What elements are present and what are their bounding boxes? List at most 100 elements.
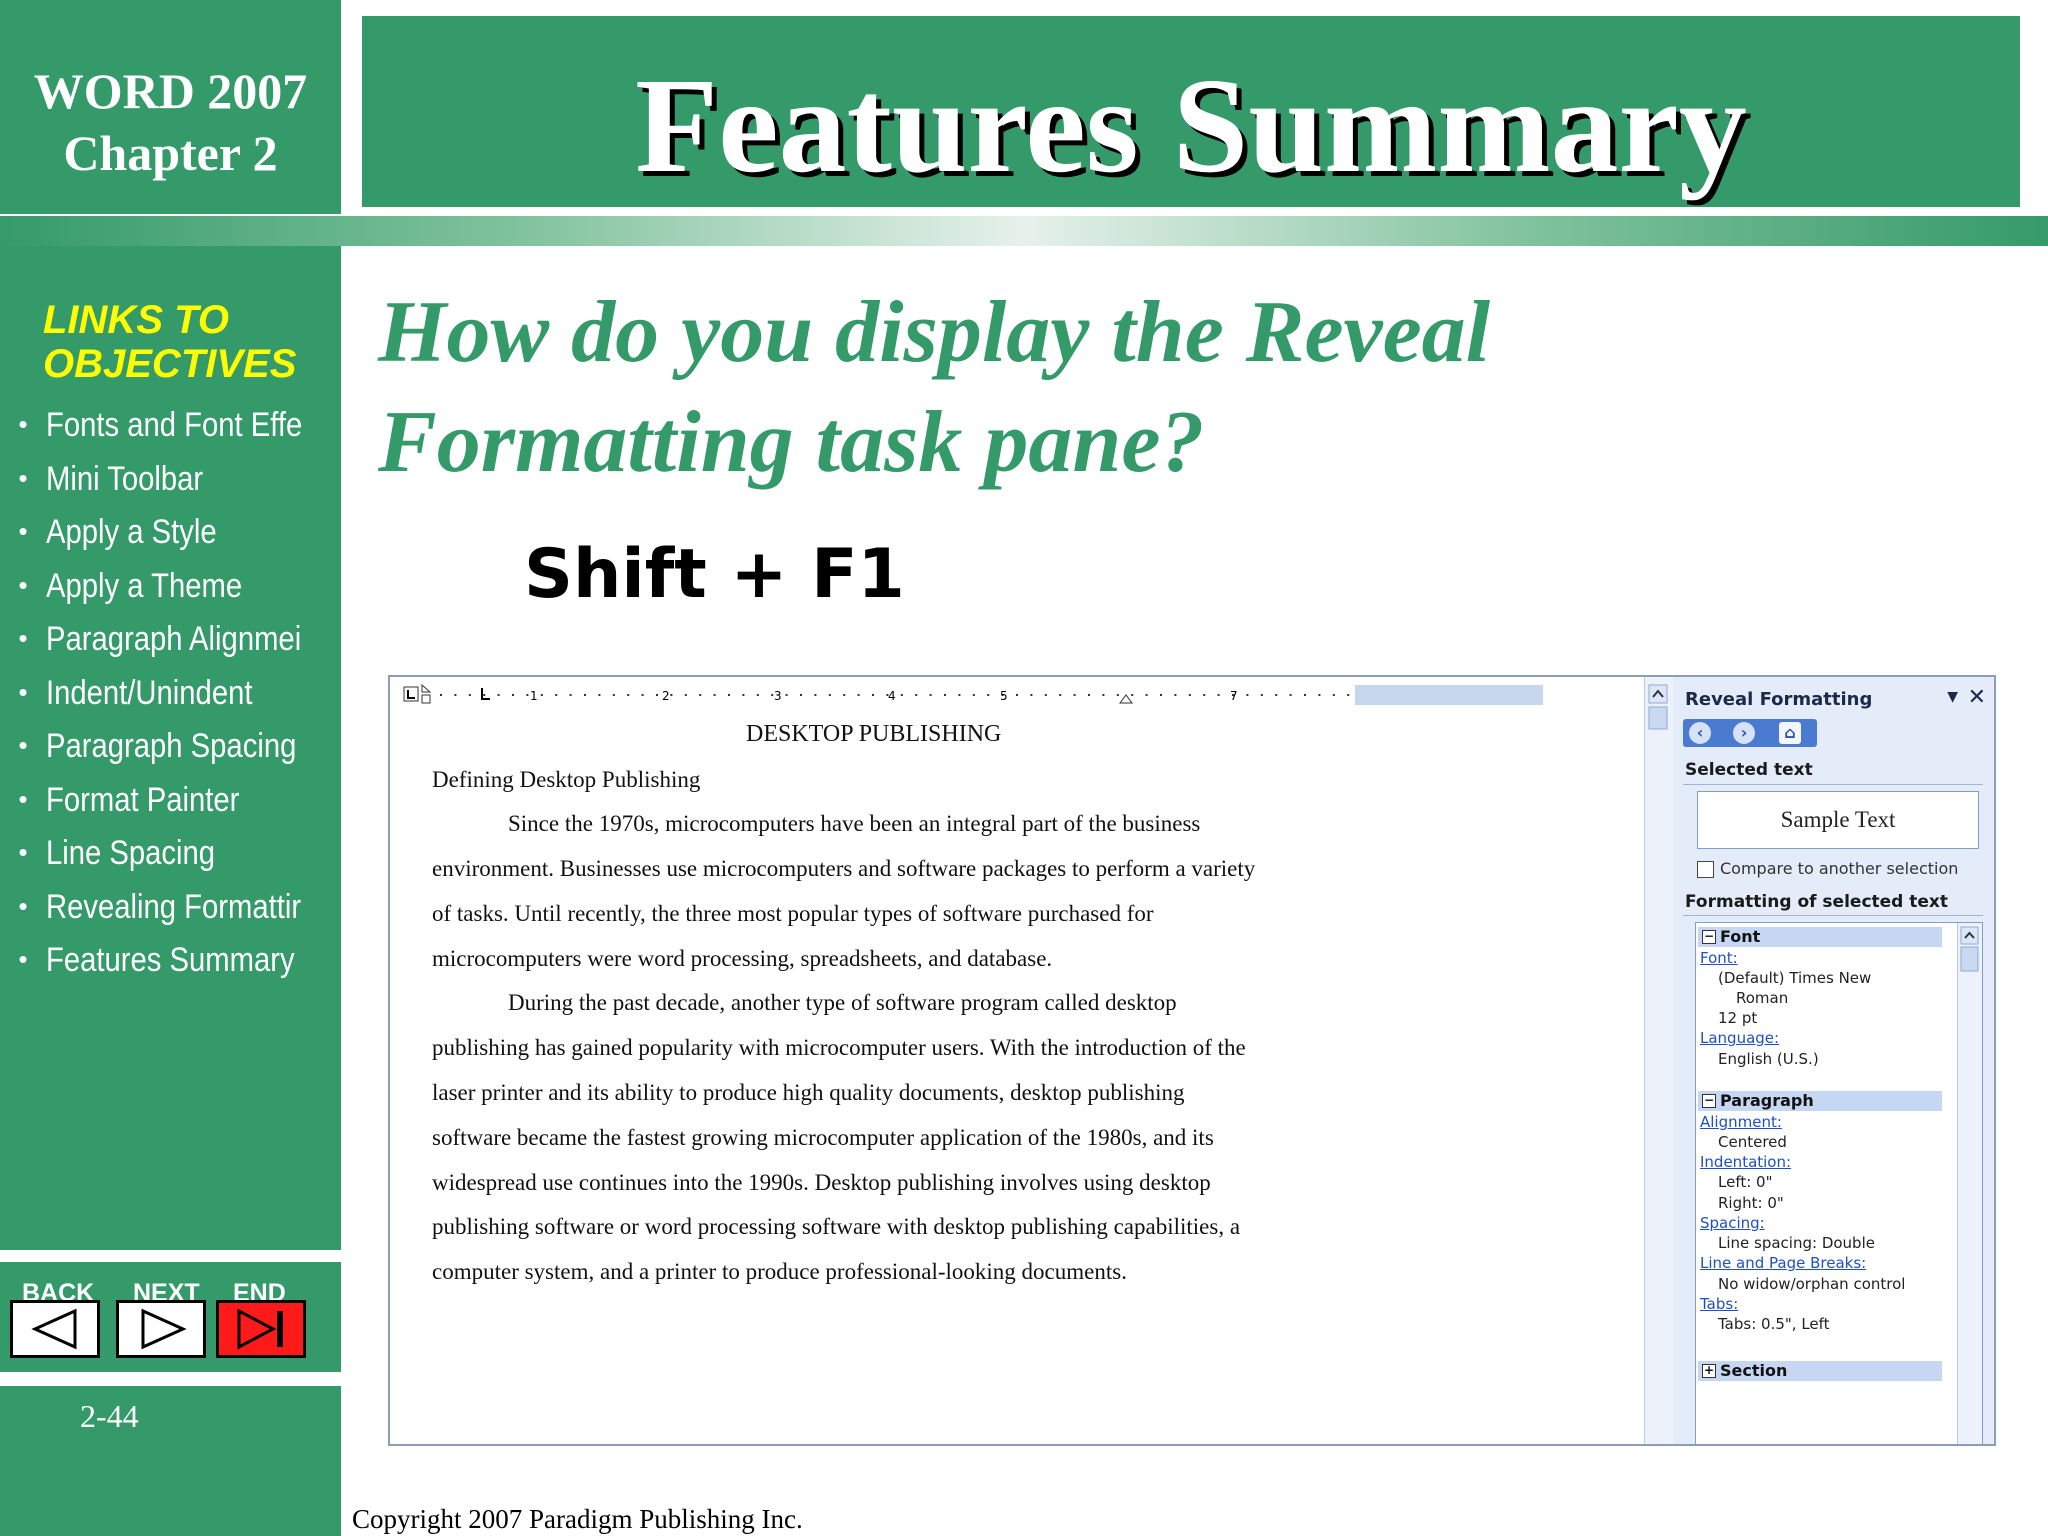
objective-link[interactable]: • Indent/Unindent [0, 674, 341, 728]
breaks-value: No widow/orphan control [1718, 1275, 1906, 1293]
indentation-link[interactable]: Indentation: [1700, 1153, 1791, 1171]
font-group-label: Font [1720, 927, 1761, 946]
objective-link-label[interactable]: Paragraph Alignmei [46, 620, 336, 659]
objective-link-label[interactable]: Mini Toolbar [46, 460, 336, 499]
objective-link[interactable]: • Format Painter [0, 781, 341, 835]
formatting-label: Formatting of selected text [1685, 892, 1949, 912]
spacing-value: Line spacing: Double [1718, 1234, 1875, 1252]
navigation-bar: BACK NEXT END [0, 1262, 341, 1372]
pane-scrollbar[interactable] [1957, 923, 1982, 1444]
objective-link[interactable]: • Apply a Style [0, 513, 341, 567]
doc-line: software became the fastest growing micr… [432, 1125, 1214, 1150]
home-icon[interactable]: ⌂ [1779, 722, 1801, 744]
expand-icon: + [1702, 1363, 1716, 1378]
font-size-value: 12 pt [1718, 1009, 1758, 1027]
tabs-link[interactable]: Tabs: [1700, 1295, 1738, 1313]
page-number: 2-44 [80, 1398, 139, 1434]
objective-link-label[interactable]: Features Summary [46, 941, 336, 980]
next-button[interactable] [116, 1300, 206, 1358]
doc-line: publishing software or word processing s… [432, 1214, 1241, 1239]
doc-line: computer system, and a printer to produc… [432, 1259, 1127, 1284]
objective-link-label[interactable]: Revealing Formattir [46, 888, 336, 927]
pane-title: Reveal Formatting [1685, 689, 1873, 710]
font-value: (Default) Times New [1718, 969, 1872, 987]
objective-link-label[interactable]: Apply a Theme [46, 567, 336, 606]
checkbox-icon[interactable] [1697, 861, 1714, 878]
sample-text-box[interactable]: Sample Text [1697, 791, 1979, 849]
font-value-cont: Roman [1736, 989, 1789, 1007]
objective-link[interactable]: • Mini Toolbar [0, 460, 341, 514]
objective-link[interactable]: • Paragraph Alignmei [0, 620, 341, 674]
reveal-formatting-pane: Reveal Formatting ▼ ✕ ‹ › ⌂ Selected tex… [1673, 677, 1994, 1444]
objective-link-label[interactable]: Paragraph Spacing [46, 727, 336, 766]
document-subheading: Defining Desktop Publishing [432, 767, 701, 792]
spacing-link[interactable]: Spacing: [1700, 1214, 1765, 1232]
end-arrow-icon [237, 1308, 283, 1350]
alignment-link[interactable]: Alignment: [1700, 1113, 1782, 1131]
language-link[interactable]: Language: [1700, 1029, 1779, 1047]
back-button[interactable] [10, 1300, 100, 1358]
course-banner: WORD 2007 Chapter 2 [0, 0, 341, 214]
doc-line: environment. Businesses use microcompute… [432, 856, 1256, 881]
objective-link-label[interactable]: Apply a Style [46, 513, 336, 552]
ruler-number: 4 [888, 689, 896, 703]
word-screenshot: 1 2 3 4 5 7 DESKTOP PUBLISHING Defining … [388, 675, 1996, 1446]
objectives-list: • Fonts and Font Effe • Mini Toolbar • Appl… [0, 406, 341, 995]
objectives-sidebar: LINKS TO OBJECTIVES • Fonts and Font Effe… [0, 246, 341, 1250]
section-group-header[interactable]: + Section [1698, 1361, 1942, 1381]
alignment-value: Centered [1718, 1133, 1787, 1151]
objective-link[interactable]: • Paragraph Spacing [0, 727, 341, 781]
section-group-label: Section [1720, 1361, 1788, 1380]
objective-link[interactable]: • Fonts and Font Effe [0, 406, 341, 460]
indent-left-value: Left: 0" [1718, 1173, 1773, 1191]
objective-link[interactable]: • Apply a Theme [0, 567, 341, 621]
paragraph-group-header[interactable]: − Paragraph [1698, 1091, 1942, 1111]
doc-line: During the past decade, another type of … [508, 990, 1177, 1015]
document-body[interactable]: DESKTOP PUBLISHING Defining Desktop Publ… [390, 705, 1644, 1444]
collapse-icon: − [1702, 1093, 1716, 1108]
links-heading-line2: OBJECTIVES [43, 342, 297, 386]
line-page-breaks-link[interactable]: Line and Page Breaks: [1700, 1254, 1866, 1272]
back-arrow-icon [31, 1308, 77, 1350]
compare-checkbox[interactable]: Compare to another selection [1697, 859, 1958, 878]
objective-link-label[interactable]: Format Painter [46, 781, 336, 820]
paragraph-group-label: Paragraph [1720, 1091, 1814, 1110]
objective-link-label[interactable]: Fonts and Font Effe [46, 406, 336, 445]
language-value: English (U.S.) [1718, 1050, 1819, 1068]
question-heading: How do you display the Reveal Formatting… [378, 278, 1490, 498]
close-icon[interactable]: ✕ [1968, 685, 1986, 710]
question-line1: How do you display the Reveal [378, 284, 1491, 381]
ruler-number: 5 [1000, 689, 1008, 703]
pane-menu-icon[interactable]: ▼ [1947, 689, 1958, 705]
links-heading: LINKS TO OBJECTIVES [43, 298, 296, 386]
doc-line: of tasks. Until recently, the three most… [432, 901, 1154, 926]
scroll-up-icon[interactable] [1645, 677, 1673, 737]
ruler-number: 1 [530, 689, 538, 703]
document-heading: DESKTOP PUBLISHING [746, 721, 1002, 747]
document-scrollbar[interactable] [1644, 677, 1673, 1444]
scroll-up-icon[interactable] [1958, 923, 1982, 983]
objective-link[interactable]: • Line Spacing [0, 834, 341, 888]
copyright-notice: Copyright 2007 Paradigm Publishing Inc. [352, 1504, 803, 1534]
tabs-value: Tabs: 0.5", Left [1718, 1315, 1830, 1333]
objective-link[interactable]: • Features Summary [0, 941, 341, 995]
objective-link[interactable]: • Revealing Formattir [0, 888, 341, 942]
doc-line: publishing has gained popularity with mi… [432, 1035, 1246, 1060]
compare-label: Compare to another selection [1720, 859, 1959, 878]
doc-line: widespread use continues into the 1990s.… [432, 1170, 1211, 1195]
objective-link-label[interactable]: Indent/Unindent [46, 674, 336, 713]
forward-icon[interactable]: › [1733, 722, 1755, 744]
objective-link-label[interactable]: Line Spacing [46, 834, 336, 873]
end-button[interactable] [216, 1300, 306, 1358]
selected-text-label: Selected text [1685, 760, 1813, 780]
font-group-header[interactable]: − Font [1698, 927, 1942, 947]
font-link[interactable]: Font: [1700, 949, 1738, 967]
doc-line: Since the 1970s, microcomputers have bee… [508, 811, 1201, 836]
formatting-details: − Font Font: (Default) Times New Roman 12… [1695, 922, 1983, 1444]
divider-bar [0, 216, 2048, 246]
title-banner: Features Summary [362, 16, 2020, 207]
ruler-number: 3 [774, 689, 782, 703]
back-icon[interactable]: ‹ [1689, 722, 1711, 744]
collapse-icon: − [1702, 929, 1716, 944]
slide-title: Features Summary [635, 51, 1747, 201]
